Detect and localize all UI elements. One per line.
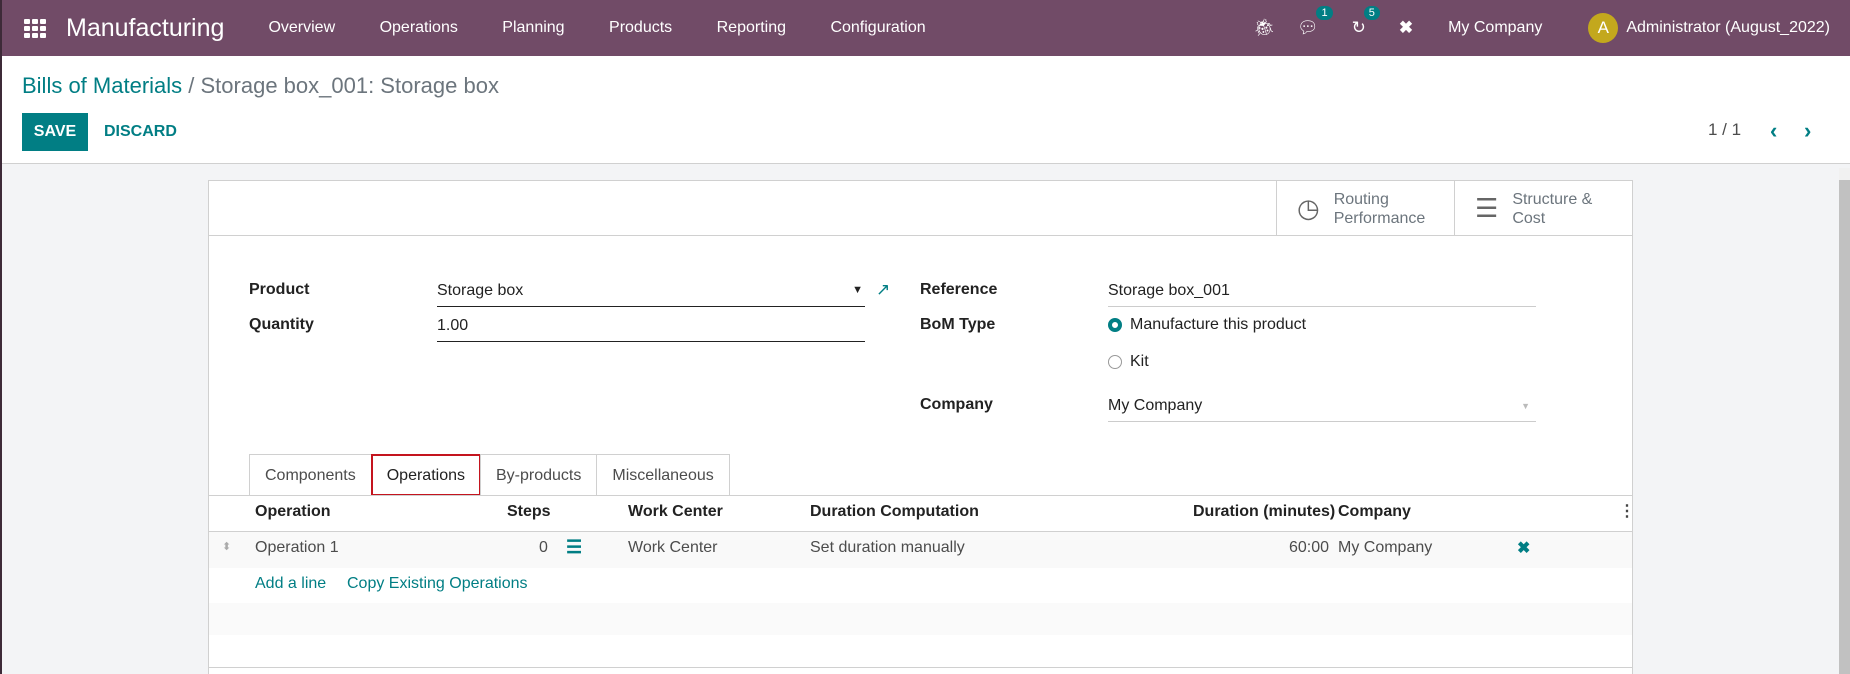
chevron-right-icon[interactable]: › <box>1804 118 1811 144</box>
product-field[interactable]: Storage box ▼ <box>437 279 865 307</box>
scrollbar-thumb[interactable] <box>1839 180 1850 674</box>
product-value: Storage box <box>437 282 524 299</box>
menu-reporting[interactable]: Reporting <box>717 19 786 37</box>
breadcrumb-current: Storage box_001: Storage box <box>200 73 499 98</box>
copy-existing-operations-link[interactable]: Copy Existing Operations <box>347 575 528 593</box>
bug-icon[interactable]: 🐞︎ <box>1253 18 1275 38</box>
reference-label: Reference <box>920 281 998 298</box>
caret-down-icon[interactable]: ▼ <box>852 284 863 296</box>
structure-cost-button[interactable]: ☰ Structure & Cost <box>1454 181 1632 236</box>
pager-value[interactable]: 1 / 1 <box>1708 120 1741 140</box>
user-menu[interactable]: Administrator (August_2022) <box>1626 19 1830 37</box>
activities-badge: 5 <box>1363 6 1380 20</box>
company-field[interactable]: My Company ▼ <box>1108 394 1536 422</box>
column-header-work-center[interactable]: Work Center <box>628 503 723 521</box>
external-link-icon[interactable]: ↗ <box>876 280 890 300</box>
discard-button[interactable]: DISCARD <box>104 113 177 151</box>
column-header-company[interactable]: Company <box>1338 503 1411 521</box>
company-value: My Company <box>1108 397 1203 414</box>
optional-columns-icon[interactable]: ⋮ <box>1619 501 1635 521</box>
delete-row-icon[interactable]: ✖ <box>1517 538 1530 558</box>
chat-icon[interactable]: 💬︎ 1 <box>1297 6 1333 38</box>
table-bottom-border <box>209 667 1632 668</box>
menu-planning[interactable]: Planning <box>502 19 564 37</box>
table-top-border <box>209 495 1632 496</box>
radio-manufacture[interactable]: Manufacture this product <box>1108 316 1306 334</box>
top-navbar: Manufacturing Overview Operations Planni… <box>2 0 1850 56</box>
column-header-operation[interactable]: Operation <box>255 503 331 521</box>
company-switcher[interactable]: My Company <box>1448 19 1542 37</box>
product-label: Product <box>249 281 310 298</box>
column-header-steps[interactable]: Steps <box>507 503 551 521</box>
radio-unselected-icon[interactable] <box>1108 355 1122 369</box>
systray: 🐞︎ 💬︎ 1 ↻ 5 ✖ My Company A Administrator (… <box>1242 0 1850 56</box>
bom-type-label: BoM Type <box>920 316 996 333</box>
main-menu: Overview Operations Planning Products Re… <box>248 19 945 37</box>
caret-down-icon[interactable]: ▼ <box>1521 401 1530 411</box>
tab-operations[interactable]: Operations <box>370 454 481 496</box>
routing-performance-button[interactable]: ◷ Routing Performance <box>1276 181 1454 236</box>
breadcrumb-bom-link[interactable]: Bills of Materials <box>22 73 182 98</box>
app-name[interactable]: Manufacturing <box>66 14 224 43</box>
menu-operations[interactable]: Operations <box>380 19 458 37</box>
tab-miscellaneous[interactable]: Miscellaneous <box>596 454 730 496</box>
column-header-duration[interactable]: Duration (minutes) <box>1193 503 1335 521</box>
cell-duration[interactable]: 60:00 <box>1289 539 1329 557</box>
cell-company[interactable]: My Company <box>1338 539 1432 557</box>
radio-label: Manufacture this product <box>1130 316 1307 333</box>
drag-handle-icon[interactable]: ⬍ <box>222 540 231 553</box>
clock-icon[interactable]: ↻ 5 <box>1352 6 1380 38</box>
notebook-tabs: Components Operations By-products Miscel… <box>249 454 730 496</box>
cell-steps[interactable]: 0 <box>539 539 548 557</box>
breadcrumb: Bills of Materials / Storage box_001: St… <box>22 73 499 99</box>
breadcrumb-separator: / <box>182 73 201 98</box>
column-header-duration-computation[interactable]: Duration Computation <box>810 503 979 521</box>
empty-row <box>209 603 1632 635</box>
cell-duration-computation[interactable]: Set duration manually <box>810 539 965 557</box>
cell-work-center[interactable]: Work Center <box>628 539 718 557</box>
avatar[interactable]: A <box>1588 13 1619 43</box>
list-icon[interactable]: ☰ <box>566 537 582 558</box>
form-sheet: ◷ Routing Performance ☰ Structure & Cost P… <box>208 180 1635 674</box>
radio-kit[interactable]: Kit <box>1108 353 1149 371</box>
save-button[interactable]: SAVE <box>22 113 88 151</box>
menu-configuration[interactable]: Configuration <box>830 19 925 37</box>
tools-icon[interactable]: ✖ <box>1399 18 1413 38</box>
cell-operation[interactable]: Operation 1 <box>255 539 339 557</box>
smart-button-label: Cost <box>1512 209 1546 227</box>
menu-products[interactable]: Products <box>609 19 672 37</box>
tab-components[interactable]: Components <box>249 454 372 496</box>
radio-label: Kit <box>1130 353 1149 370</box>
add-line-link[interactable]: Add a line <box>255 575 326 593</box>
tab-by-products[interactable]: By-products <box>479 454 598 496</box>
app-menu-icon[interactable] <box>24 19 46 38</box>
chevron-left-icon[interactable]: ‹ <box>1770 118 1777 144</box>
menu-overview[interactable]: Overview <box>268 19 335 37</box>
bars-icon: ☰ <box>1475 193 1499 223</box>
quantity-label: Quantity <box>249 316 314 333</box>
quantity-field[interactable]: 1.00 <box>437 314 865 342</box>
scrollbar[interactable] <box>1839 168 1850 674</box>
button-box: ◷ Routing Performance ☰ Structure & Cost <box>209 181 1632 236</box>
control-panel: Bills of Materials / Storage box_001: St… <box>2 56 1850 164</box>
messages-badge: 1 <box>1316 6 1333 20</box>
radio-selected-icon[interactable] <box>1108 318 1122 332</box>
clock-icon: ◷ <box>1297 193 1320 223</box>
smart-button-label: Performance <box>1333 209 1426 227</box>
reference-field[interactable]: Storage box_001 <box>1108 279 1536 307</box>
smart-button-label: Structure & <box>1512 190 1593 208</box>
smart-button-label: Routing <box>1333 190 1389 208</box>
company-label: Company <box>920 396 993 413</box>
